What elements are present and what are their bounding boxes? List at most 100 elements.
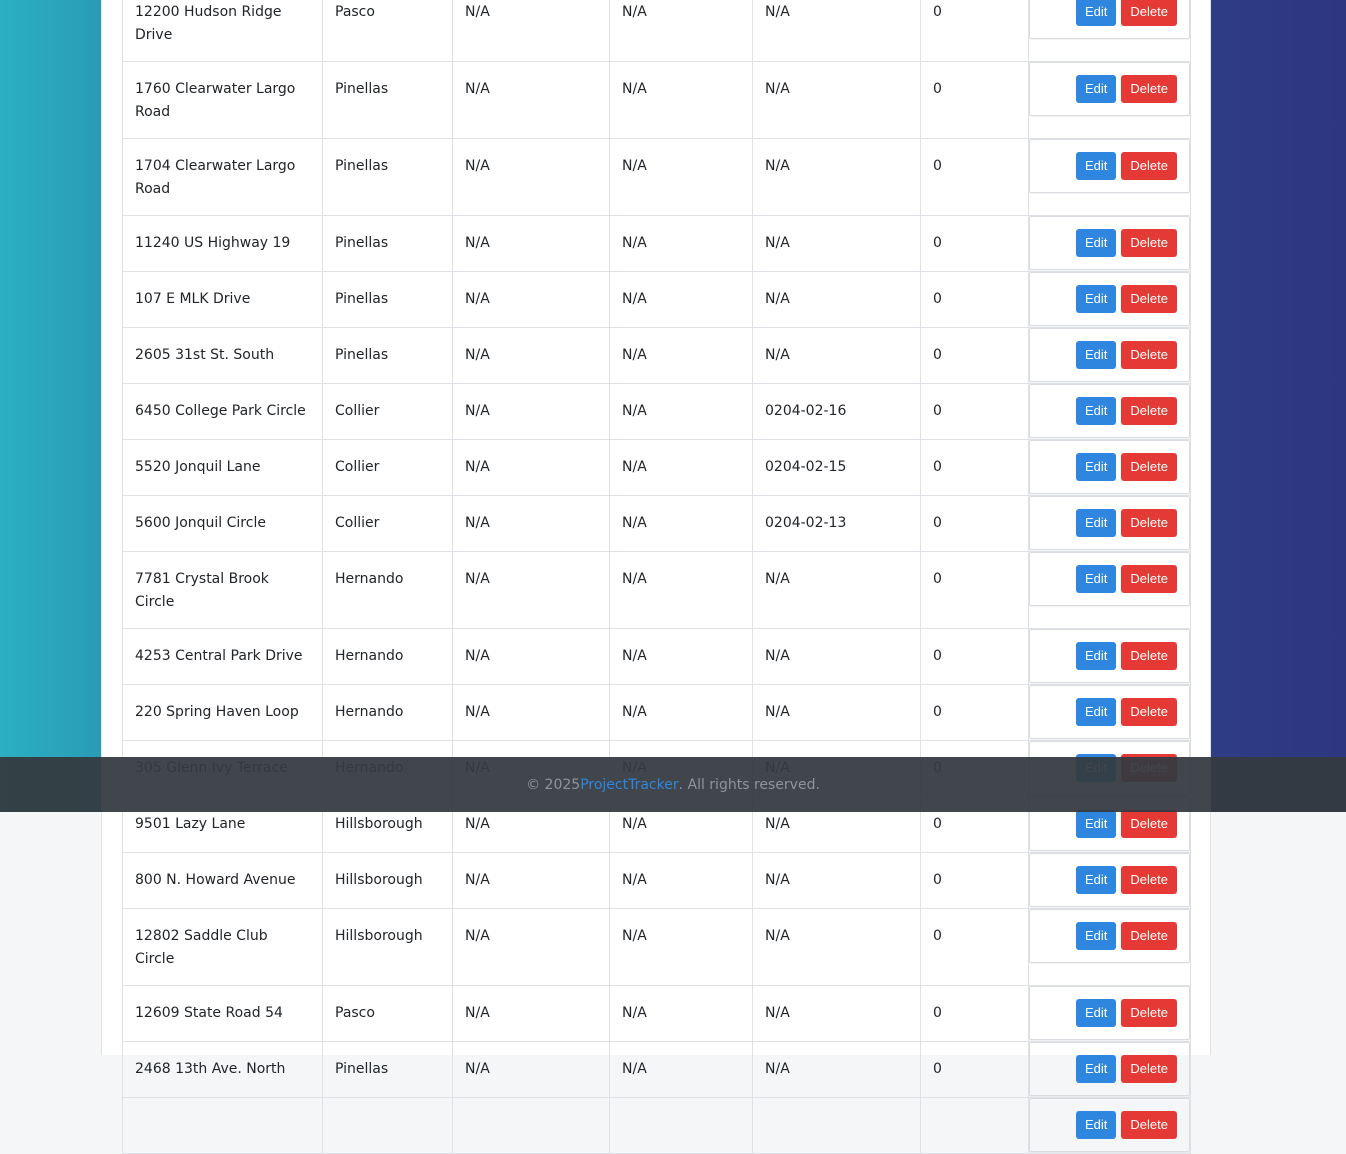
- delete-button[interactable]: Delete: [1121, 999, 1177, 1027]
- cell-address: 4253 Central Park Drive: [122, 628, 323, 685]
- delete-button[interactable]: Delete: [1121, 75, 1177, 103]
- cell-actions: EditDelete: [1028, 138, 1191, 216]
- cell-column-3: N/A: [452, 908, 610, 986]
- delete-button[interactable]: Delete: [1121, 341, 1177, 369]
- action-group: EditDelete: [1029, 216, 1190, 270]
- cell-count: 0: [920, 684, 1029, 741]
- table-row: 1760 Clearwater Largo Road Pinellas N/A N/A…: [122, 61, 1191, 139]
- edit-button[interactable]: Edit: [1076, 285, 1117, 313]
- cell-column-3: N/A: [452, 684, 610, 741]
- cell-date: N/A: [752, 327, 921, 384]
- cell-date: N/A: [752, 271, 921, 328]
- delete-button[interactable]: Delete: [1121, 1111, 1177, 1139]
- edit-button[interactable]: Edit: [1076, 0, 1117, 26]
- delete-button[interactable]: Delete: [1121, 1055, 1177, 1083]
- delete-button[interactable]: Delete: [1121, 810, 1177, 838]
- cell-count: 0: [920, 852, 1029, 909]
- edit-button[interactable]: Edit: [1076, 698, 1117, 726]
- footer-brand-link[interactable]: ProjectTracker: [580, 777, 678, 793]
- cell-column-3: N/A: [452, 495, 610, 552]
- cell-county: Pinellas: [322, 1041, 453, 1098]
- delete-button[interactable]: Delete: [1121, 0, 1177, 26]
- projects-table: 12200 Hudson Ridge Drive Pasco N/A N/A N/A 0 E…: [122, 0, 1191, 1154]
- cell-column-3: N/A: [452, 383, 610, 440]
- edit-button[interactable]: Edit: [1076, 565, 1117, 593]
- cell-date: N/A: [752, 551, 921, 629]
- edit-button[interactable]: Edit: [1076, 341, 1117, 369]
- edit-button[interactable]: Edit: [1076, 453, 1117, 481]
- edit-button[interactable]: Edit: [1076, 810, 1117, 838]
- edit-button[interactable]: Edit: [1076, 866, 1117, 894]
- cell-actions: EditDelete: [1028, 327, 1191, 384]
- cell-column-4: N/A: [609, 908, 753, 986]
- action-group: EditDelete: [1029, 0, 1190, 39]
- delete-button[interactable]: Delete: [1121, 152, 1177, 180]
- cell-column-3: N/A: [452, 628, 610, 685]
- delete-button[interactable]: Delete: [1121, 453, 1177, 481]
- action-group: EditDelete: [1029, 685, 1190, 739]
- cell-count: [920, 1097, 1029, 1154]
- cell-count: 0: [920, 1041, 1029, 1098]
- edit-button[interactable]: Edit: [1076, 922, 1117, 950]
- edit-button[interactable]: Edit: [1076, 152, 1117, 180]
- content-container: 12200 Hudson Ridge Drive Pasco N/A N/A N/A 0 E…: [101, 0, 1211, 1154]
- edit-button[interactable]: Edit: [1076, 1055, 1117, 1083]
- cell-column-3: [452, 1097, 610, 1154]
- cell-column-3: N/A: [452, 61, 610, 139]
- delete-button[interactable]: Delete: [1121, 229, 1177, 257]
- edit-button[interactable]: Edit: [1076, 642, 1117, 670]
- edit-button[interactable]: Edit: [1076, 229, 1117, 257]
- cell-column-3: N/A: [452, 1041, 610, 1098]
- edit-button[interactable]: Edit: [1076, 509, 1117, 537]
- cell-county: Hernando: [322, 551, 453, 629]
- table-row: Edit Delete: [122, 1097, 1191, 1154]
- cell-address: [122, 1097, 323, 1154]
- cell-actions: EditDelete: [1028, 628, 1191, 685]
- cell-date: N/A: [752, 628, 921, 685]
- cell-actions: EditDelete: [1028, 1041, 1191, 1098]
- cell-address: 1760 Clearwater Largo Road: [122, 61, 323, 139]
- cell-count: 0: [920, 271, 1029, 328]
- cell-count: 0: [920, 628, 1029, 685]
- cell-actions: EditDelete: [1028, 383, 1191, 440]
- footer-copyright: © 2025: [526, 776, 581, 793]
- delete-button[interactable]: Delete: [1121, 565, 1177, 593]
- cell-actions: EditDelete: [1028, 61, 1191, 139]
- action-group: EditDelete: [1029, 1098, 1190, 1152]
- cell-county: Hillsborough: [322, 908, 453, 986]
- table-row: 11240 US Highway 19 Pinellas N/A N/A N/A 0 Edi…: [122, 215, 1191, 272]
- cell-column-3: N/A: [452, 271, 610, 328]
- delete-button[interactable]: Delete: [1121, 922, 1177, 950]
- cell-count: 0: [920, 327, 1029, 384]
- edit-button[interactable]: Edit: [1076, 397, 1117, 425]
- action-group: EditDelete: [1029, 986, 1190, 1040]
- delete-button[interactable]: Delete: [1121, 642, 1177, 670]
- cell-column-4: N/A: [609, 271, 753, 328]
- cell-column-4: N/A: [609, 439, 753, 496]
- cell-date: N/A: [752, 215, 921, 272]
- cell-count: 0: [920, 439, 1029, 496]
- cell-address: 6450 College Park Circle: [122, 383, 323, 440]
- delete-button[interactable]: Delete: [1121, 285, 1177, 313]
- table-row: 107 E MLK Drive Pinellas N/A N/A N/A 0 Edit Del…: [122, 271, 1191, 328]
- cell-count: 0: [920, 551, 1029, 629]
- cell-county: Collier: [322, 439, 453, 496]
- delete-button[interactable]: Delete: [1121, 397, 1177, 425]
- delete-button[interactable]: Delete: [1121, 698, 1177, 726]
- cell-column-4: N/A: [609, 0, 753, 62]
- cell-date: 0204-02-13: [752, 495, 921, 552]
- action-group: EditDelete: [1029, 552, 1190, 606]
- edit-button[interactable]: Edit: [1076, 75, 1117, 103]
- cell-count: 0: [920, 215, 1029, 272]
- cell-actions: EditDelete: [1028, 215, 1191, 272]
- cell-actions: EditDelete: [1028, 1097, 1191, 1154]
- delete-button[interactable]: Delete: [1121, 866, 1177, 894]
- cell-county: Collier: [322, 495, 453, 552]
- cell-column-4: N/A: [609, 383, 753, 440]
- delete-button[interactable]: Delete: [1121, 509, 1177, 537]
- cell-actions: EditDelete: [1028, 551, 1191, 629]
- action-group: EditDelete: [1029, 62, 1190, 116]
- edit-button[interactable]: Edit: [1076, 1111, 1117, 1139]
- cell-county: Pinellas: [322, 327, 453, 384]
- edit-button[interactable]: Edit: [1076, 999, 1117, 1027]
